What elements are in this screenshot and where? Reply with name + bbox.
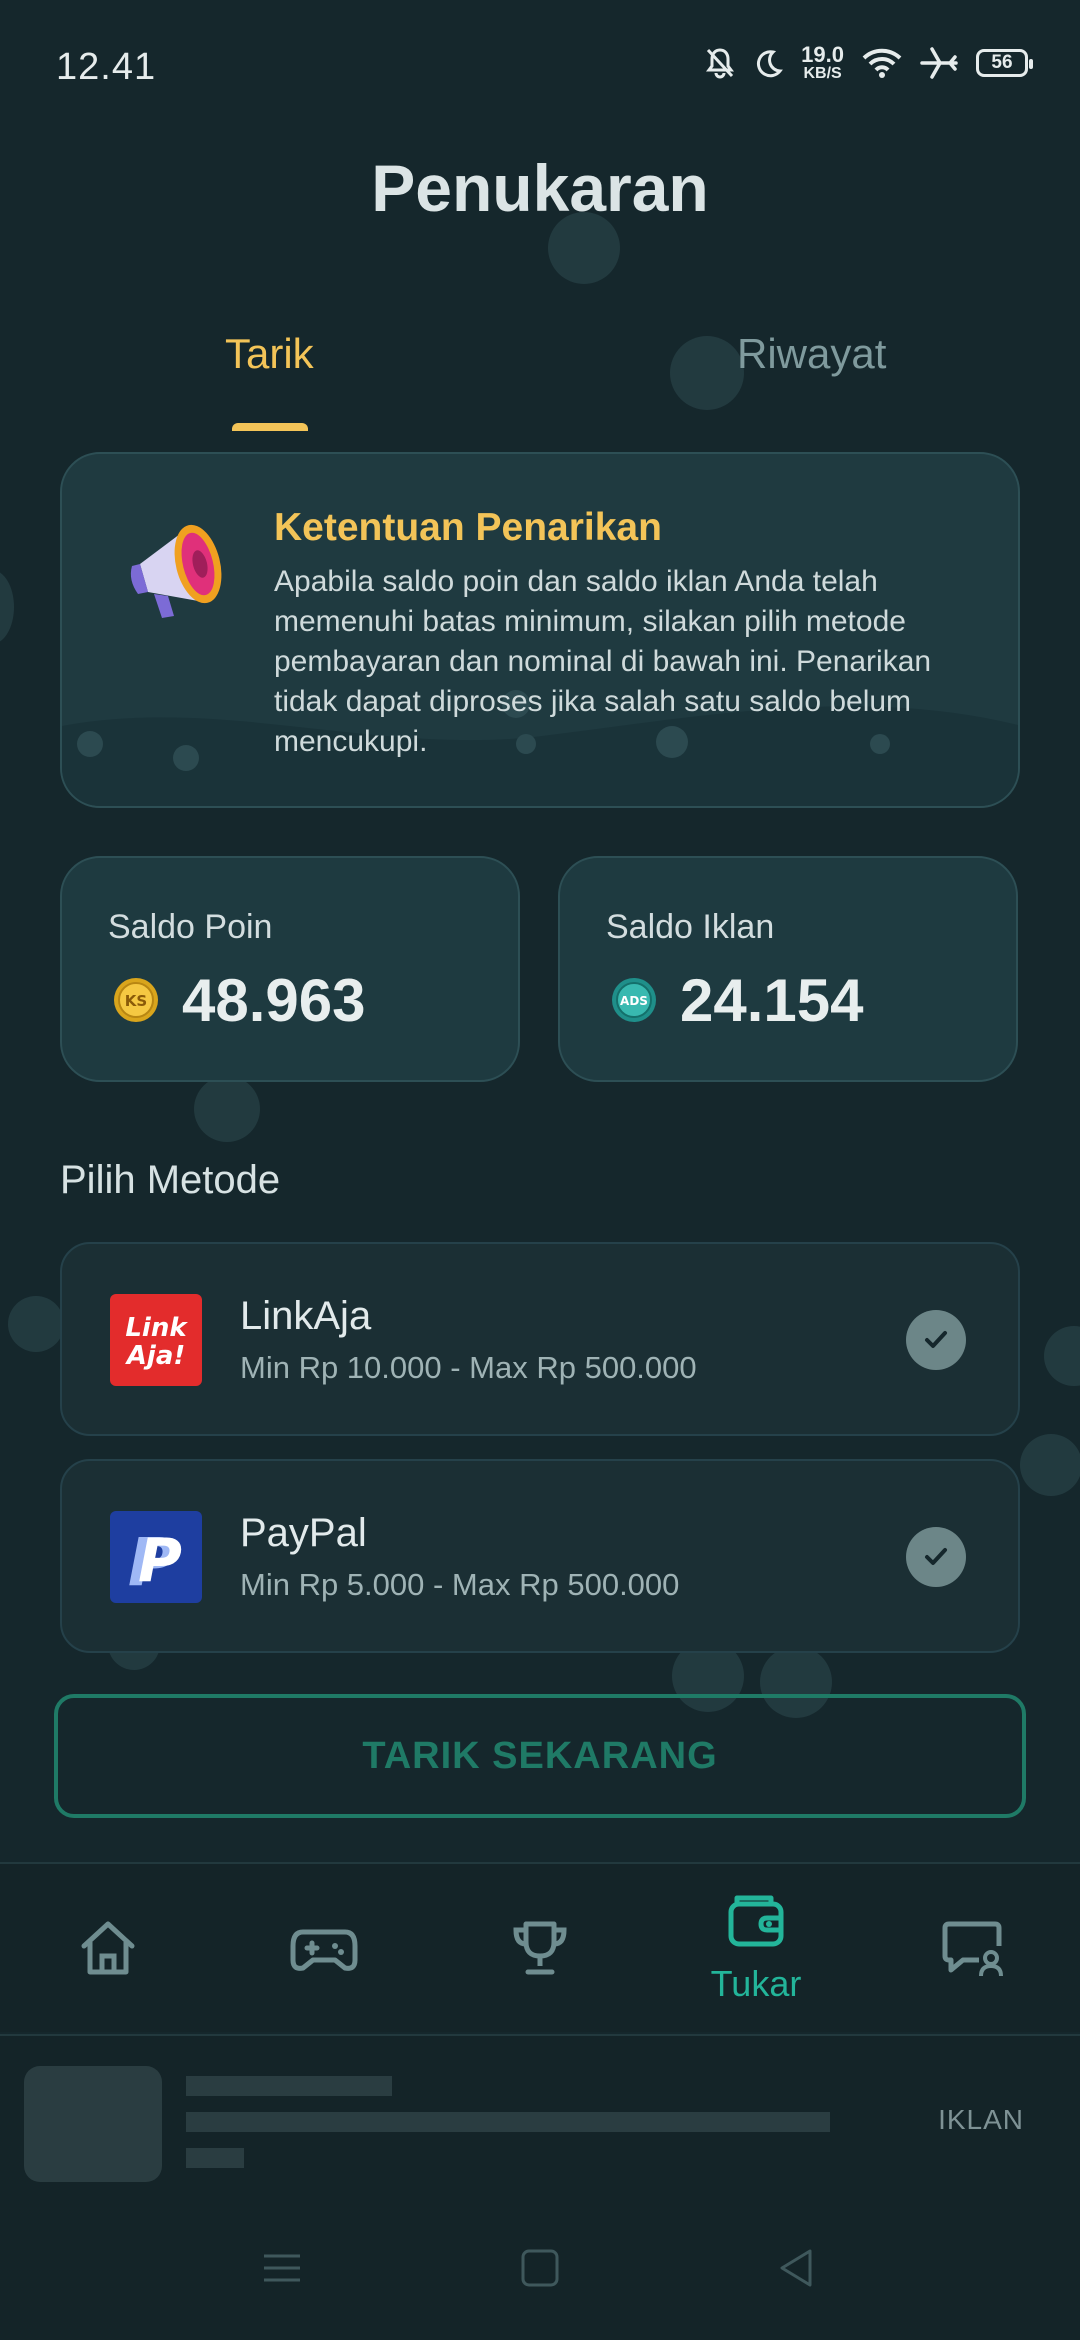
- background-bubble: [194, 1076, 260, 1142]
- moon-icon: [753, 48, 784, 78]
- nav-item-games[interactable]: [274, 1916, 374, 1985]
- status-bar: 12.41 19.0 KB/S 56: [0, 0, 1080, 120]
- ads-coin-text: ADS: [620, 994, 648, 1008]
- net-speed: 19.0 KB/S: [801, 44, 844, 82]
- check-icon[interactable]: [906, 1310, 966, 1370]
- ad-placeholder-line: [186, 2112, 830, 2132]
- status-icons: 19.0 KB/S 56: [705, 44, 1033, 82]
- background-bubble: [8, 1296, 64, 1352]
- ad-thumbnail: [24, 2066, 162, 2182]
- tab-tarik[interactable]: Tarik: [225, 330, 314, 378]
- nav-item-tukar[interactable]: Tukar: [706, 1890, 806, 2005]
- points-balance-card: Saldo Poin KS 48.963: [60, 856, 520, 1082]
- ads-coin-icon: ADS: [610, 976, 658, 1029]
- notice-text: Apabila saldo poin dan saldo iklan Anda …: [274, 565, 932, 758]
- home-square-icon[interactable]: [520, 2248, 560, 2293]
- nav-item-leaderboard[interactable]: [490, 1916, 590, 1985]
- trophy-icon: [508, 1916, 572, 1985]
- background-bubble: [1044, 1326, 1080, 1386]
- background-bubble: [1020, 1434, 1080, 1496]
- battery-icon: 56: [976, 49, 1033, 77]
- chat-user-icon: [939, 1916, 1005, 1985]
- bottom-nav: Tukar: [0, 1862, 1080, 2032]
- gamepad-icon: [289, 1916, 359, 1985]
- ks-coin-icon: KS: [112, 976, 160, 1029]
- withdraw-now-button[interactable]: TARIK SEKARANG: [54, 1694, 1026, 1818]
- method-range: Min Rp 5.000 - Max Rp 500.000: [240, 1567, 680, 1602]
- ad-banner[interactable]: IKLAN: [0, 2034, 1080, 2204]
- home-icon: [76, 1916, 140, 1985]
- back-icon[interactable]: [776, 2248, 816, 2293]
- check-icon[interactable]: [906, 1527, 966, 1587]
- tab-indicator: [232, 423, 308, 431]
- method-name: LinkAja: [240, 1294, 372, 1338]
- linkaja-logo: Link Aja!: [110, 1294, 202, 1386]
- points-balance-label: Saldo Poin: [108, 908, 273, 946]
- page-title: Penukaran: [371, 151, 709, 225]
- tab-riwayat[interactable]: Riwayat: [737, 330, 886, 378]
- net-speed-value: 19.0: [801, 42, 844, 67]
- status-time: 12.41: [56, 46, 157, 88]
- method-section-title: Pilih Metode: [60, 1158, 281, 1202]
- nav-item-home[interactable]: [58, 1916, 158, 1985]
- wifi-icon: [862, 47, 902, 79]
- points-balance-value: 48.963: [182, 967, 366, 1034]
- ad-label: IKLAN: [938, 2104, 1024, 2135]
- method-range: Min Rp 10.000 - Max Rp 500.000: [240, 1350, 697, 1385]
- method-paypal[interactable]: P P PayPal Min Rp 5.000 - Max Rp 500.000: [60, 1459, 1020, 1653]
- notice-title: Ketentuan Penarikan: [274, 506, 662, 549]
- linkaja-logo-text-1: Link: [125, 1313, 188, 1343]
- method-linkaja[interactable]: Link Aja! LinkAja Min Rp 10.000 - Max Rp…: [60, 1242, 1020, 1436]
- background-bubble: [670, 336, 744, 410]
- ks-coin-text: KS: [125, 992, 147, 1010]
- ads-balance-label: Saldo Iklan: [606, 908, 775, 946]
- background-bubble: [0, 570, 14, 644]
- paypal-logo-text: P: [138, 1526, 182, 1596]
- ad-placeholder-line: [186, 2076, 392, 2096]
- bell-off-icon: [705, 47, 735, 79]
- airplane-icon: [920, 46, 958, 80]
- system-nav-bar: [0, 2204, 1080, 2340]
- withdrawal-terms-card: Ketentuan Penarikan Apabila saldo poin d…: [60, 452, 1020, 808]
- wallet-icon: [725, 1890, 787, 1957]
- net-speed-unit: KB/S: [803, 65, 842, 82]
- ad-placeholder-line: [186, 2148, 244, 2168]
- paypal-logo: P P: [110, 1511, 202, 1603]
- menu-icon[interactable]: [262, 2248, 302, 2293]
- linkaja-logo-text-2: Aja!: [125, 1341, 185, 1371]
- megaphone-icon: [118, 506, 238, 641]
- ads-balance-value: 24.154: [680, 967, 864, 1034]
- method-name: PayPal: [240, 1511, 367, 1555]
- ads-balance-card: Saldo Iklan ADS 24.154: [558, 856, 1018, 1082]
- nav-item-support[interactable]: [922, 1916, 1022, 1985]
- nav-label-tukar: Tukar: [710, 1963, 802, 2004]
